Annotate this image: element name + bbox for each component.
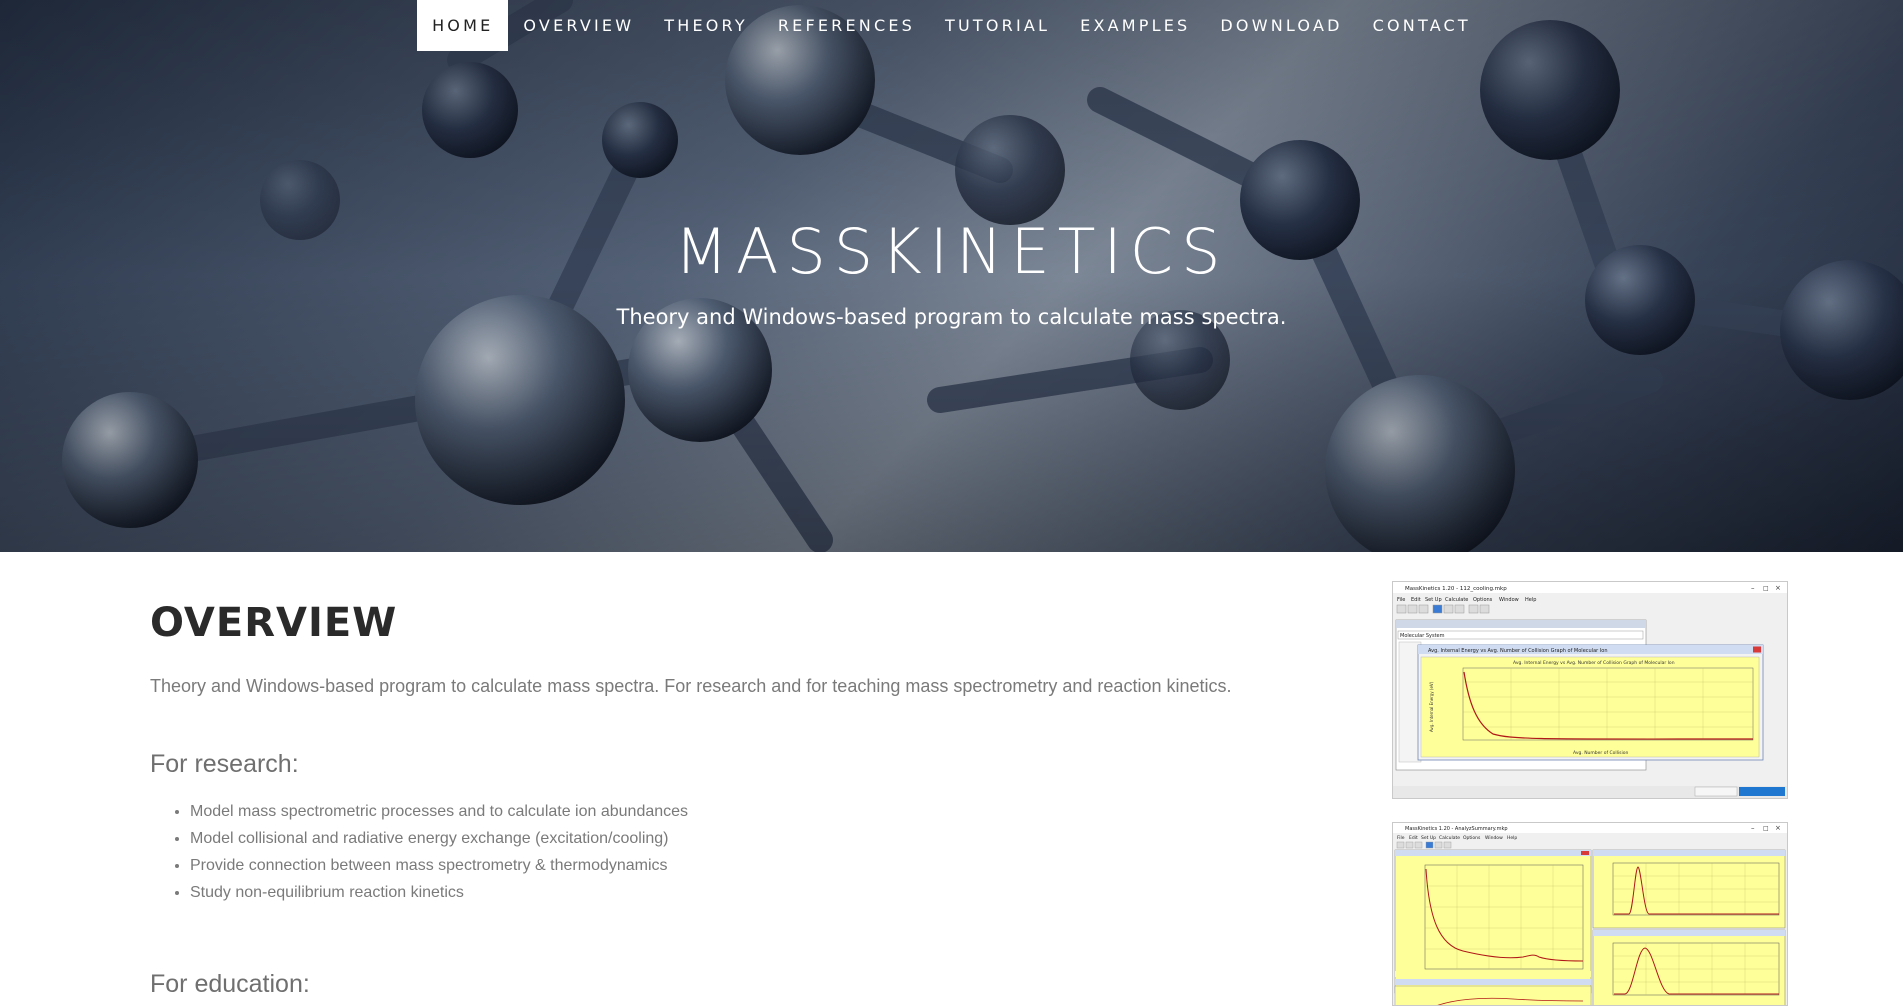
close-icon: × [1775, 824, 1781, 832]
panel-label: Molecular System [1400, 633, 1445, 639]
hero-banner: HOME OVERVIEW THEORY REFERENCES TUTORIAL… [0, 0, 1903, 552]
menu-item: Options [1473, 597, 1493, 603]
nav-tutorial[interactable]: TUTORIAL [930, 0, 1065, 51]
nav-examples[interactable]: EXAMPLES [1065, 0, 1205, 51]
close-icon: × [1775, 584, 1781, 592]
nav-download[interactable]: DOWNLOAD [1205, 0, 1357, 51]
maximize-icon: □ [1763, 825, 1769, 832]
nav-home[interactable]: HOME [417, 0, 509, 51]
chart-window-title: Avg. Internal Energy vs Avg. Number of C… [1428, 648, 1608, 654]
minimize-icon: – [1751, 584, 1755, 592]
list-item: Provide connection between mass spectrom… [190, 852, 688, 879]
window-title: MassKinetics 1.20 - 112_cooling.mkp [1405, 586, 1507, 592]
menu-item: File [1397, 597, 1405, 603]
menu-item: Edit [1411, 597, 1421, 603]
nav-overview[interactable]: OVERVIEW [508, 0, 649, 51]
chart-panel [1592, 849, 1786, 929]
overview-section: OVERVIEW Theory and Windows-based progra… [0, 552, 1903, 1006]
main-navigation: HOME OVERVIEW THEORY REFERENCES TUTORIAL… [0, 0, 1903, 51]
menu-item: Options [1463, 835, 1481, 841]
screenshot-summary[interactable]: MassKinetics 1.20 - AnalyzSummary.mkp – … [1392, 822, 1788, 1006]
menu-item: File [1397, 835, 1405, 841]
maximize-icon: □ [1763, 585, 1769, 592]
list-item: Model collisional and radiative energy e… [190, 825, 688, 852]
hero-subtitle: Theory and Windows-based program to calc… [616, 305, 1287, 329]
list-item: Model mass spectrometric processes and t… [190, 798, 688, 825]
chart-panel [1592, 929, 1786, 1005]
chart-panel [1394, 849, 1592, 1005]
menu-item: Window [1499, 597, 1519, 603]
nav-theory[interactable]: THEORY [649, 0, 763, 51]
menu-item: Calculate [1445, 597, 1468, 603]
screenshot-cooling[interactable]: MassKinetics 1.20 - 112_cooling.mkp – □ … [1392, 581, 1788, 799]
research-heading: For research: [150, 750, 299, 778]
menu-item: Help [1507, 835, 1517, 841]
menu-item: Help [1525, 597, 1536, 603]
menu-item: Window [1485, 835, 1503, 841]
menu-item: Edit [1409, 835, 1418, 841]
chart-title: Avg. Internal Energy vs Avg. Number of C… [1513, 660, 1675, 666]
menu-item: Set Up [1425, 597, 1442, 603]
chart-window: Avg. Internal Energy vs Avg. Number of C… [1417, 644, 1764, 761]
chart-xlabel: Avg. Number of Collision [1573, 750, 1628, 756]
overview-title: OVERVIEW [150, 600, 398, 646]
education-heading: For education: [150, 970, 310, 998]
menu-item: Set Up [1421, 835, 1436, 841]
hero-title: MASSKINETICS [674, 215, 1229, 288]
chart-ylabel: Avg. Internal Energy (eV) [1429, 681, 1434, 732]
overview-intro: Theory and Windows-based program to calc… [150, 676, 1232, 696]
nav-references[interactable]: REFERENCES [763, 0, 930, 51]
nav-contact[interactable]: CONTACT [1358, 0, 1486, 51]
window-title: MassKinetics 1.20 - AnalyzSummary.mkp [1405, 826, 1508, 832]
menu-item: Calculate [1439, 835, 1460, 841]
list-item: Study non-equilibrium reaction kinetics [190, 879, 688, 906]
minimize-icon: – [1751, 824, 1755, 832]
research-list: Model mass spectrometric processes and t… [150, 798, 688, 906]
